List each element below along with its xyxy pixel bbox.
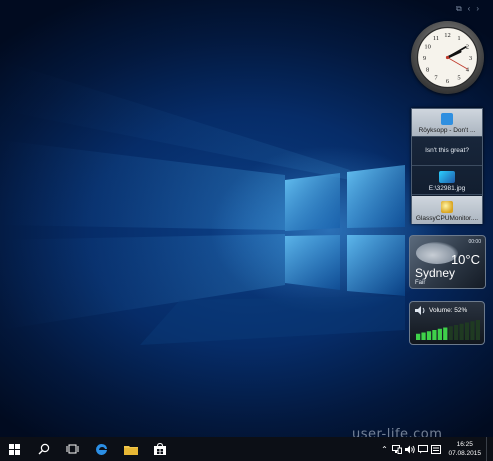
watermark: user-life.com: [352, 427, 443, 437]
show-hidden-icons-chevron-icon[interactable]: ⌃: [379, 444, 389, 454]
system-tray: ⌃ 16:25 07.08.2015: [379, 437, 489, 461]
language-icon[interactable]: [431, 444, 442, 454]
volume-bar: [437, 328, 442, 340]
network-icon[interactable]: [392, 444, 403, 454]
clock-gadget[interactable]: 1 2 3 4 5 6 7 8 9 10 11 12: [411, 21, 484, 94]
volume-bar: [464, 322, 470, 340]
clock-numeral: 10: [424, 43, 431, 50]
gadget-icon: [441, 201, 453, 213]
previous-icon[interactable]: ‹: [468, 4, 471, 14]
feed-item-label: GlassyCPUMonitor....: [415, 215, 479, 222]
weather-time: 00:00: [468, 239, 481, 245]
edge-button[interactable]: [87, 437, 116, 461]
clock-numeral: 8: [426, 66, 429, 73]
clock-numeral: 3: [469, 55, 472, 62]
desktop[interactable]: ⧉ ‹ › 1 2 3 4 5 6 7 8 9 10 11 12 Röyksopp - Don't .…: [0, 0, 493, 437]
feed-item-label: Isn't this great?: [425, 147, 469, 154]
store-button[interactable]: [145, 437, 174, 461]
search-button[interactable]: [29, 437, 58, 461]
show-desktop-button[interactable]: [486, 437, 489, 461]
volume-gadget[interactable]: Volume: 52%: [409, 301, 485, 345]
volume-bar: [443, 327, 448, 340]
volume-bar: [475, 320, 480, 340]
search-icon: [38, 443, 49, 455]
taskbar-date: 07.08.2015: [448, 450, 481, 457]
message-icon[interactable]: [418, 444, 429, 454]
volume-bar: [432, 330, 437, 340]
weather-gadget[interactable]: 00:00 10°C Sydney Fair: [409, 235, 486, 289]
store-icon: [153, 443, 166, 455]
gadget-toolbar: ⧉ ‹ ›: [456, 4, 479, 14]
app-icon: [441, 113, 453, 125]
weather-temperature: 10°C: [450, 252, 480, 267]
task-view-icon: [66, 444, 79, 454]
feed-gadget-panel[interactable]: Röyksopp - Don't ... Isn't this great? E…: [411, 108, 483, 224]
gadgets-icon[interactable]: ⧉: [456, 4, 462, 14]
volume-bar: [470, 321, 475, 340]
taskbar: ⌃ 16:25 07.08.2015: [0, 437, 493, 461]
volume-bar: [416, 333, 421, 340]
clock-numeral: 1: [457, 35, 460, 42]
feed-item[interactable]: Röyksopp - Don't ...: [412, 109, 482, 137]
clock-numeral: 5: [457, 75, 460, 82]
taskbar-time: 16:25: [456, 441, 473, 448]
clock-numeral: 12: [444, 32, 451, 39]
feed-item-label: E:\32981.jpg: [428, 185, 466, 192]
task-view-button[interactable]: [58, 437, 87, 461]
volume-label: Volume: 52%: [429, 307, 468, 314]
volume-bar: [459, 323, 464, 340]
file-explorer-icon: [123, 445, 138, 455]
feed-item-label: Röyksopp - Don't ...: [418, 127, 476, 134]
file-explorer-button[interactable]: [116, 437, 145, 461]
next-icon[interactable]: ›: [476, 4, 479, 14]
speaker-icon[interactable]: [405, 444, 416, 454]
feed-item[interactable]: Isn't this great?: [412, 138, 482, 166]
clock-numeral: 9: [423, 55, 426, 62]
weather-condition: Fair: [415, 280, 426, 286]
clock-face: 1234567891011 12: [416, 26, 479, 89]
volume-bar: [448, 326, 453, 340]
weather-city: Sydney: [415, 266, 456, 280]
start-icon: [9, 443, 20, 455]
feed-item[interactable]: GlassyCPUMonitor....: [412, 196, 482, 224]
image-icon: [439, 171, 455, 183]
feed-item[interactable]: E:\32981.jpg: [412, 167, 482, 195]
volume-bar: [421, 332, 426, 340]
edge-icon: [96, 443, 107, 455]
volume-bar: [454, 325, 459, 340]
clock-numeral: 11: [433, 35, 439, 42]
taskbar-clock[interactable]: 16:25 07.08.2015: [448, 440, 481, 458]
volume-bar: [426, 331, 432, 340]
speaker-icon: [415, 306, 425, 315]
start-button[interactable]: [0, 437, 29, 461]
volume-level-bars[interactable]: [416, 320, 480, 340]
